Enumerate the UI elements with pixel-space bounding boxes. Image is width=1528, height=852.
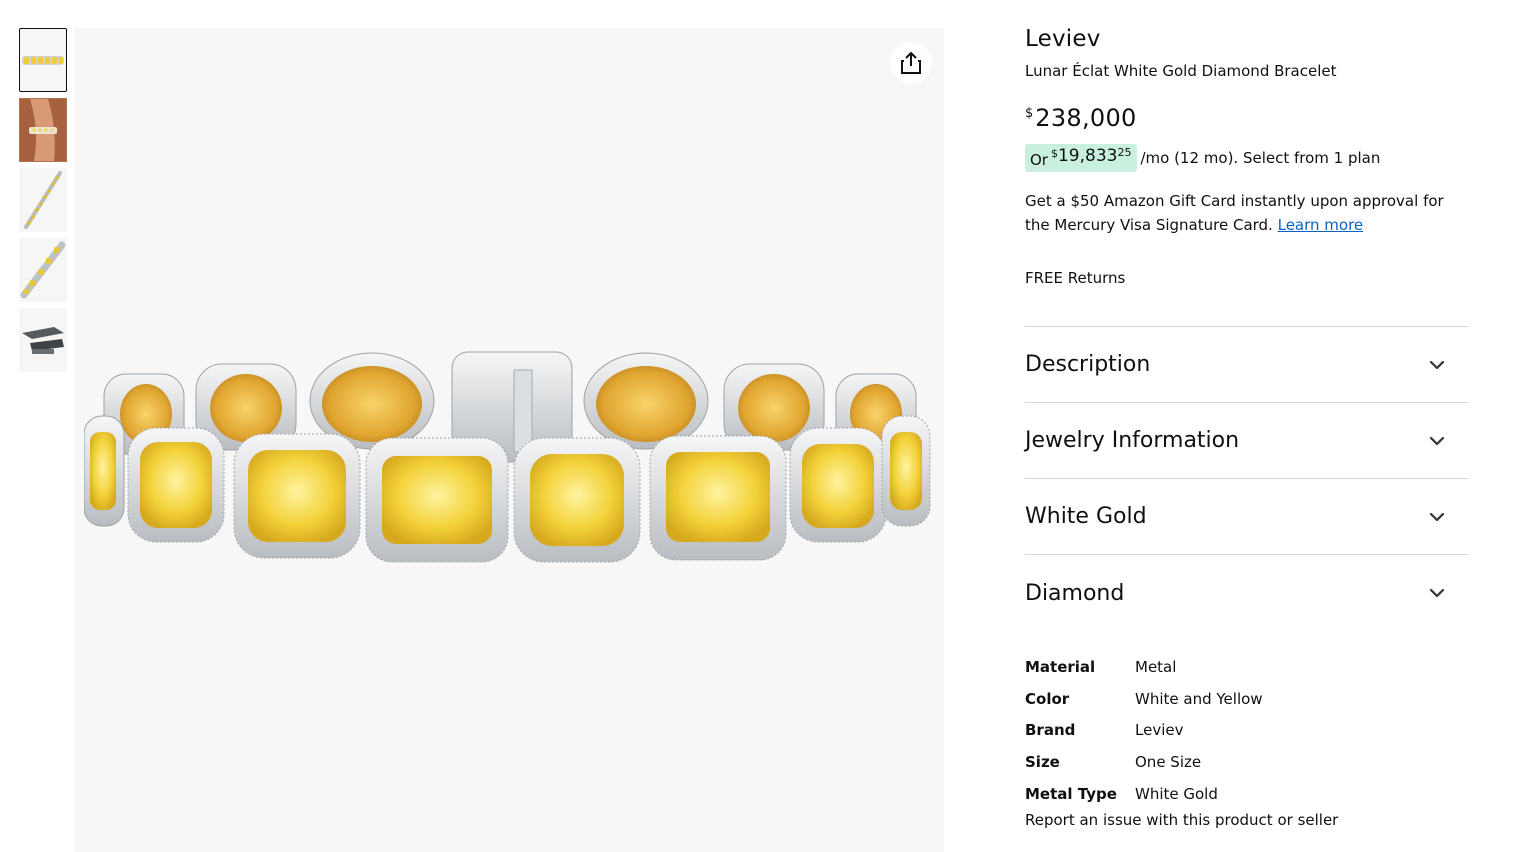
spec-row: Metal Type White Gold <box>1025 778 1469 810</box>
accordion-label: Jewelry Information <box>1025 428 1240 453</box>
spec-row: Color White and Yellow <box>1025 683 1469 715</box>
price: $ 238,000 <box>1025 104 1469 132</box>
spec-value: Leviev <box>1135 721 1184 740</box>
spec-row: Brand Leviev <box>1025 714 1469 746</box>
spec-value: One Size <box>1135 752 1202 771</box>
chevron-down-icon <box>1429 512 1445 521</box>
product-title: Lunar Éclat White Gold Diamond Bracelet <box>1025 62 1337 80</box>
accordion-diamond[interactable]: Diamond <box>1025 555 1469 631</box>
accordion-jewelry-information[interactable]: Jewelry Information <box>1025 403 1469 479</box>
accordion-description[interactable]: Description <box>1025 327 1469 403</box>
clasp-thumb-image <box>22 327 64 354</box>
chevron-down-icon <box>1429 360 1445 369</box>
spec-key: Brand <box>1025 721 1076 740</box>
spec-key: Metal Type <box>1025 784 1117 803</box>
bracelet-thumb-image <box>22 56 64 65</box>
promo-message: Get a $50 Amazon Gift Card instantly upo… <box>1025 189 1469 237</box>
details-accordion: Description Jewelry Information White Go… <box>1025 326 1469 631</box>
monthly-payment: Or $ 19,833 25 /mo (12 mo). Select from … <box>1025 144 1469 172</box>
brand-name[interactable]: Leviev <box>1025 26 1469 52</box>
accordion-label: Description <box>1025 352 1151 377</box>
wrist-thumb-image <box>20 99 66 161</box>
accordion-white-gold[interactable]: White Gold <box>1025 479 1469 555</box>
thumbnail-5[interactable] <box>19 308 67 372</box>
spec-value: White Gold <box>1135 784 1218 803</box>
free-returns[interactable]: FREE Returns <box>1025 269 1469 287</box>
thumbnail-1[interactable] <box>19 28 67 92</box>
share-icon <box>901 52 921 74</box>
accordion-label: Diamond <box>1025 580 1125 606</box>
spec-key: Size <box>1025 752 1060 771</box>
diagonal-thumb-image <box>24 171 62 229</box>
spec-key: Material <box>1025 657 1096 676</box>
report-issue-link[interactable]: Report an issue with this product or sel… <box>1025 811 1469 829</box>
spec-row: Material Metal <box>1025 651 1469 683</box>
spec-key: Color <box>1025 689 1070 708</box>
thumbnail-strip <box>19 28 68 378</box>
chevron-down-icon <box>1429 436 1445 445</box>
accordion-label: White Gold <box>1025 504 1147 529</box>
product-main-image[interactable] <box>74 28 944 852</box>
monthly-plan-text: /mo (12 mo). Select from 1 plan <box>1140 149 1381 167</box>
thumbnail-4[interactable] <box>19 238 67 302</box>
spec-value: Metal <box>1135 657 1177 676</box>
monthly-highlight: Or $ 19,833 25 <box>1025 144 1138 172</box>
monthly-or: Or <box>1030 151 1048 169</box>
price-currency: $ <box>1025 106 1034 121</box>
spec-row: Size One Size <box>1025 746 1469 778</box>
spec-value: White and Yellow <box>1135 689 1263 708</box>
thumbnail-2[interactable] <box>19 98 67 162</box>
monthly-amount: 19,833 <box>1057 146 1118 166</box>
learn-more-link[interactable]: Learn more <box>1278 216 1364 234</box>
chevron-down-icon <box>1429 588 1445 598</box>
closeup-thumb-image <box>20 241 66 299</box>
bracelet-image <box>84 351 931 563</box>
monthly-currency: $ <box>1050 147 1058 160</box>
product-details: Leviev Lunar Éclat White Gold Diamond Br… <box>1025 26 1469 829</box>
thumbnail-3[interactable] <box>19 168 67 232</box>
share-button[interactable] <box>890 42 932 84</box>
price-amount: 238,000 <box>1035 104 1137 132</box>
monthly-cents: 25 <box>1117 146 1132 159</box>
promo-text: Get a $50 Amazon Gift Card instantly upo… <box>1025 192 1444 234</box>
product-specs: Material Metal Color White and Yellow Br… <box>1025 651 1469 809</box>
